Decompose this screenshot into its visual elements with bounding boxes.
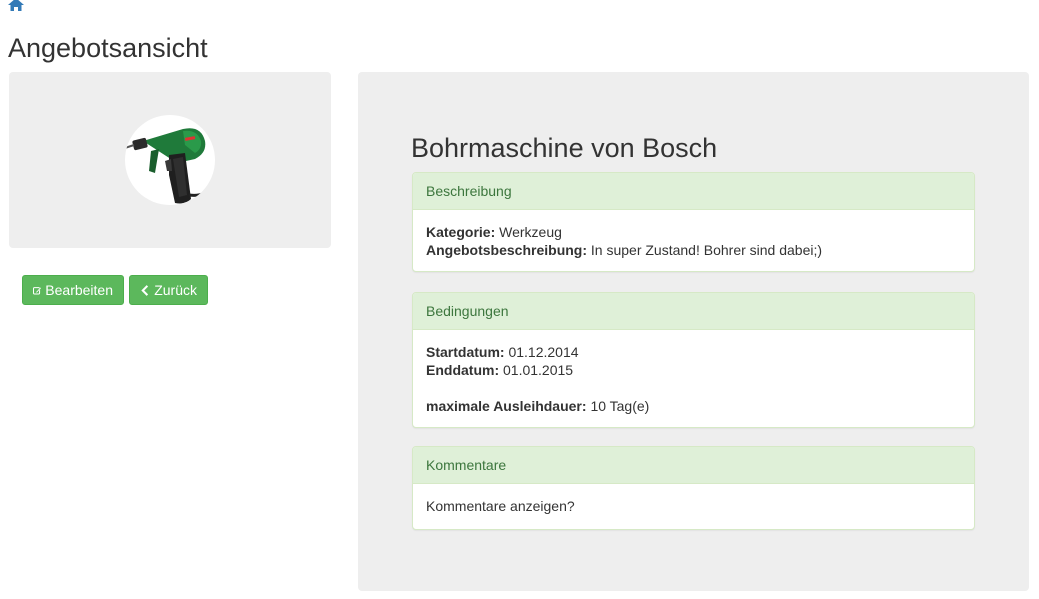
home-icon <box>8 0 24 11</box>
offer-description-value: In super Zustand! Bohrer sind dabei;) <box>590 242 823 258</box>
start-date-value: 01.12.2014 <box>508 344 579 360</box>
end-date-row: Enddatum: 01.01.2015 <box>426 361 961 379</box>
show-comments-link[interactable]: Kommentare anzeigen? <box>426 498 575 514</box>
description-panel-heading: Beschreibung <box>413 173 974 210</box>
category-row: Kategorie: Werkzeug <box>426 223 961 241</box>
conditions-panel: Bedingungen Startdatum: 01.12.2014 Endda… <box>412 292 975 428</box>
edit-button[interactable]: Bearbeiten <box>22 275 124 305</box>
offer-title: Bohrmaschine von Bosch <box>411 133 718 163</box>
conditions-panel-body: Startdatum: 01.12.2014 Enddatum: 01.01.2… <box>413 330 974 427</box>
start-date-label: Startdatum: <box>426 344 505 360</box>
description-panel: Beschreibung Kategorie: Werkzeug Angebot… <box>412 172 975 272</box>
page-title: Angebotsansicht <box>8 33 208 63</box>
max-duration-value: 10 Tag(e) <box>590 398 650 414</box>
offer-details-well: Bohrmaschine von Bosch Beschreibung Kate… <box>358 72 1029 591</box>
end-date-label: Enddatum: <box>426 362 500 378</box>
offer-description-row: Angebotsbeschreibung: In super Zustand! … <box>426 241 961 259</box>
back-button[interactable]: Zurück <box>129 275 208 305</box>
back-button-label: Zurück <box>154 282 197 298</box>
chevron-left-icon <box>141 284 149 296</box>
comments-panel-body: Kommentare anzeigen? <box>413 484 974 528</box>
edit-icon <box>33 286 42 295</box>
edit-button-label: Bearbeiten <box>45 282 113 298</box>
comments-panel-heading: Kommentare <box>413 447 974 484</box>
category-label: Kategorie: <box>426 224 496 240</box>
drill-image <box>125 128 213 204</box>
max-duration-label: maximale Ausleihdauer: <box>426 398 587 414</box>
comments-panel: Kommentare Kommentare anzeigen? <box>412 446 975 530</box>
home-link[interactable] <box>8 0 24 14</box>
start-date-row: Startdatum: 01.12.2014 <box>426 343 961 361</box>
offer-image <box>125 115 215 205</box>
offer-image-well <box>9 72 331 248</box>
conditions-panel-heading: Bedingungen <box>413 293 974 330</box>
max-duration-row: maximale Ausleihdauer: 10 Tag(e) <box>426 397 961 415</box>
end-date-value: 01.01.2015 <box>503 362 574 378</box>
offer-description-label: Angebotsbeschreibung: <box>426 242 588 258</box>
category-value: Werkzeug <box>499 224 562 240</box>
description-panel-body: Kategorie: Werkzeug Angebotsbeschreibung… <box>413 210 974 271</box>
